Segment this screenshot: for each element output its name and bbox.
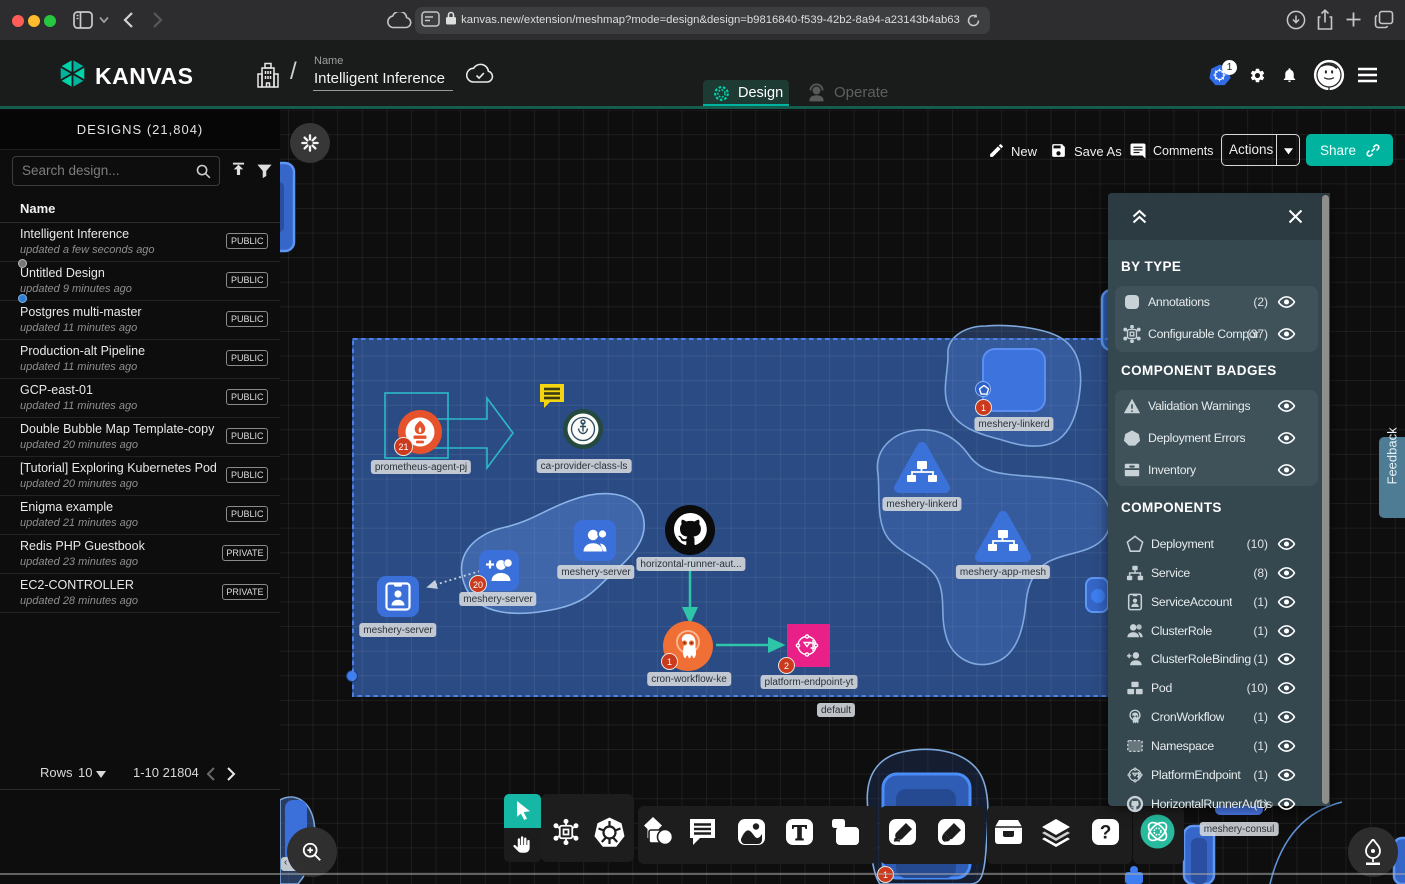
svg-text:?: ? — [1100, 823, 1112, 844]
